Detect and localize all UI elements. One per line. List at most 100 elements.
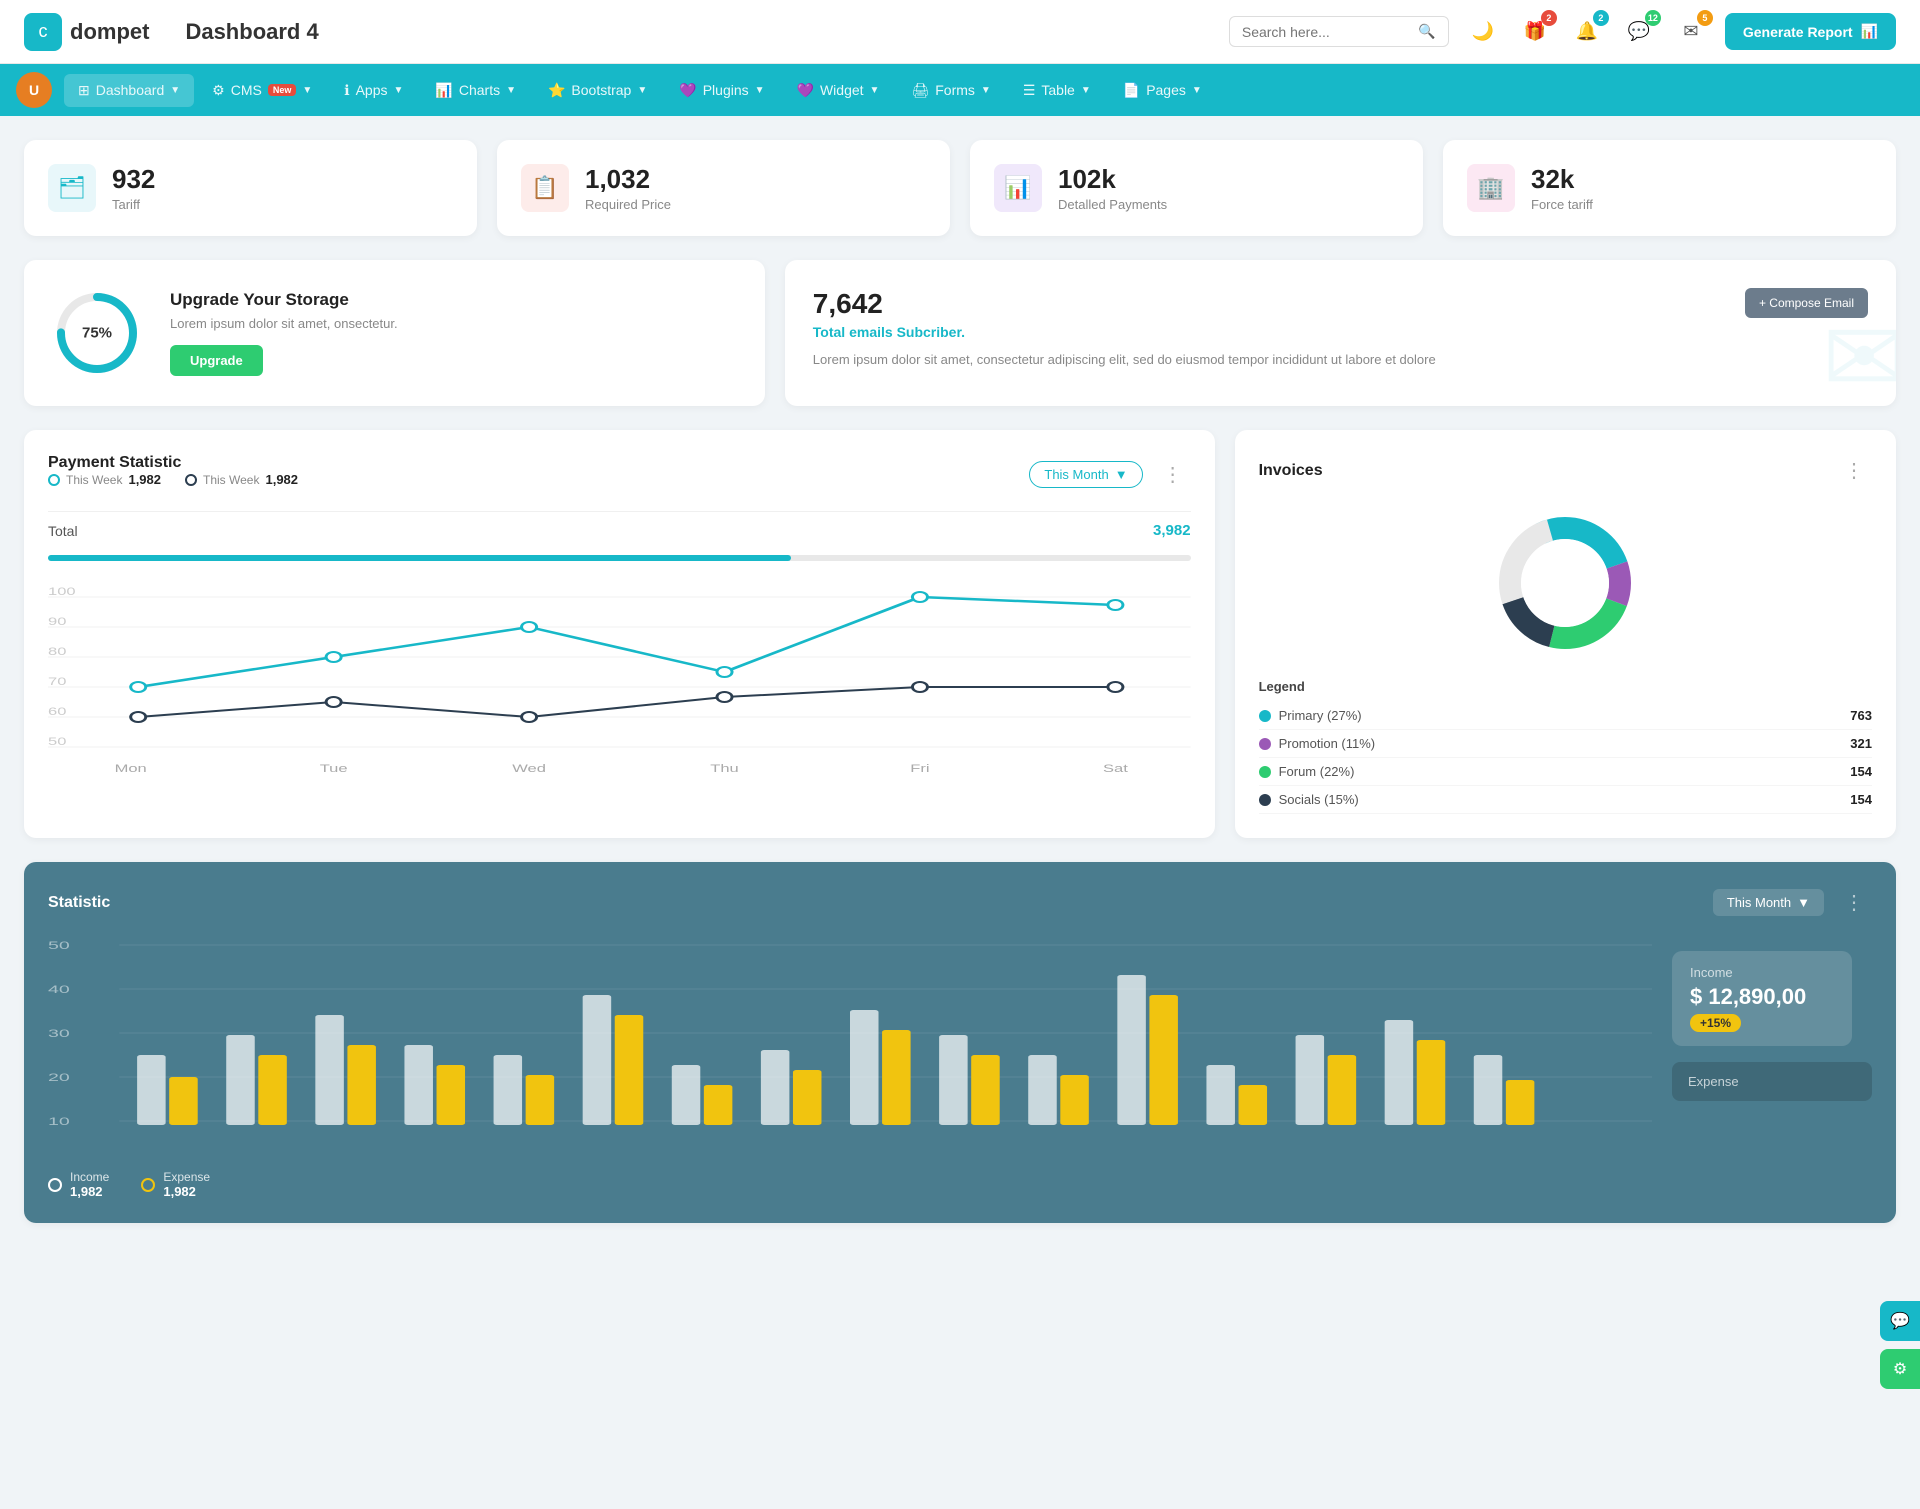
sidebar-item-forms[interactable]: 🖨 Forms ▼ xyxy=(897,74,1004,107)
avatar: U xyxy=(16,72,52,108)
upgrade-button[interactable]: Upgrade xyxy=(170,345,263,376)
primary-value: 763 xyxy=(1850,708,1872,723)
payment-progress-fill xyxy=(48,555,791,561)
force-tariff-icon: 🏢 xyxy=(1467,164,1515,212)
legend-val-2: 1,982 xyxy=(265,472,298,487)
search-box[interactable]: 🔍 xyxy=(1229,16,1449,47)
svg-text:90: 90 xyxy=(48,615,67,628)
generate-report-button[interactable]: Generate Report 📊 xyxy=(1725,13,1896,50)
tariff-icon: 🗂 xyxy=(48,164,96,212)
payment-title: Payment Statistic xyxy=(48,454,298,472)
charts-caret: ▼ xyxy=(506,85,516,96)
storage-description: Lorem ipsum dolor sit amet, onsectetur. xyxy=(170,316,398,331)
main-content: 🗂 932 Tariff 📋 1,032 Required Price 📊 10… xyxy=(0,116,1920,1247)
legend-label-1: This Week xyxy=(66,473,122,487)
chat-badge: 12 xyxy=(1645,10,1661,26)
force-tariff-label: Force tariff xyxy=(1531,197,1593,212)
socials-label: Socials (15%) xyxy=(1279,792,1359,807)
statistic-bar-chart-wrap: 50 40 30 20 10 xyxy=(48,935,1652,1199)
search-icon: 🔍 xyxy=(1418,23,1435,40)
settings-fab-btn[interactable]: ⚙ xyxy=(1880,1349,1920,1389)
this-month-label: This Month xyxy=(1044,467,1108,482)
income-legend-label: Income xyxy=(70,1170,109,1184)
gift-icon-btn[interactable]: 🎁 2 xyxy=(1517,14,1553,50)
message-icon-btn[interactable]: ✉ 5 xyxy=(1673,14,1709,50)
cms-caret: ▼ xyxy=(302,85,312,96)
statistic-legend-row: Income 1,982 Expense 1,982 xyxy=(48,1170,1652,1199)
navbar: U ⊞ Dashboard ▼ ⚙ CMS New ▼ ℹ Apps ▼ 📊 C… xyxy=(0,64,1920,116)
this-month-filter-btn[interactable]: This Month ▼ xyxy=(1029,461,1142,488)
statistic-dropdown-icon: ▼ xyxy=(1797,895,1810,910)
promotion-label: Promotion (11%) xyxy=(1279,736,1376,751)
total-val: 3,982 xyxy=(1153,522,1191,539)
chat-icon-btn[interactable]: 💬 12 xyxy=(1621,14,1657,50)
svg-text:20: 20 xyxy=(48,1072,70,1084)
table-caret: ▼ xyxy=(1081,85,1091,96)
income-tooltip-badge: +15% xyxy=(1690,1014,1741,1032)
forum-color-dot xyxy=(1259,766,1271,778)
email-label: Total emails Subcriber. xyxy=(813,324,965,340)
svg-text:30: 30 xyxy=(48,1028,70,1040)
header-icons: 🌙 🎁 2 🔔 2 💬 12 ✉ 5 Generate Report 📊 xyxy=(1465,13,1896,50)
payment-header-right: This Month ▼ ⋮ xyxy=(1029,458,1190,491)
sidebar-item-cms[interactable]: ⚙ CMS New ▼ xyxy=(198,74,326,107)
stat-card-required-price-info: 1,032 Required Price xyxy=(585,164,671,212)
search-input[interactable] xyxy=(1242,24,1411,40)
apps-caret: ▼ xyxy=(394,85,404,96)
legend-dot-2 xyxy=(185,474,197,486)
income-tooltip: Income $ 12,890,00 +15% xyxy=(1672,951,1852,1046)
bootstrap-icon: ⭐ xyxy=(548,82,565,99)
required-price-value: 1,032 xyxy=(585,164,671,195)
sidebar-item-dashboard[interactable]: ⊞ Dashboard ▼ xyxy=(64,74,194,107)
payment-more-options-btn[interactable]: ⋮ xyxy=(1155,458,1191,491)
plugins-caret: ▼ xyxy=(755,85,765,96)
email-count: 7,642 xyxy=(813,288,965,320)
sidebar-item-apps[interactable]: ℹ Apps ▼ xyxy=(330,74,417,107)
payment-total-row: Total 3,982 xyxy=(48,511,1191,549)
storage-card: 75% Upgrade Your Storage Lorem ipsum dol… xyxy=(24,260,765,406)
storage-info: Upgrade Your Storage Lorem ipsum dolor s… xyxy=(170,290,398,376)
expense-legend-dot xyxy=(141,1178,155,1192)
total-label: Total xyxy=(48,523,78,539)
bell-icon-btn[interactable]: 🔔 2 xyxy=(1569,14,1605,50)
income-legend-item: Income 1,982 xyxy=(48,1170,109,1199)
theme-toggle-btn[interactable]: 🌙 xyxy=(1465,14,1501,50)
sidebar-item-plugins[interactable]: 💜 Plugins ▼ xyxy=(665,74,778,107)
svg-text:Sat: Sat xyxy=(1103,762,1128,775)
statistic-chart-title: Statistic xyxy=(48,894,110,912)
forms-caret: ▼ xyxy=(981,85,991,96)
stat-card-required-price: 📋 1,032 Required Price xyxy=(497,140,950,236)
legend-item-primary: Primary (27%) 763 xyxy=(1259,702,1872,730)
promotion-value: 321 xyxy=(1850,736,1872,751)
socials-value: 154 xyxy=(1850,792,1872,807)
logo-icon: c xyxy=(24,13,62,51)
required-price-label: Required Price xyxy=(585,197,671,212)
expense-legend-val: 1,982 xyxy=(163,1184,210,1199)
sidebar-item-pages[interactable]: 📄 Pages ▼ xyxy=(1109,74,1216,107)
svg-text:70: 70 xyxy=(48,675,67,688)
payment-legend-row: This Week 1,982 This Week 1,982 xyxy=(48,472,298,487)
invoices-more-options-btn[interactable]: ⋮ xyxy=(1836,454,1872,487)
sidebar-item-charts[interactable]: 📊 Charts ▼ xyxy=(421,74,530,107)
statistic-more-options-btn[interactable]: ⋮ xyxy=(1836,886,1872,919)
charts-icon: 📊 xyxy=(435,82,452,99)
svg-text:Wed: Wed xyxy=(512,762,546,775)
email-card-top: 7,642 Total emails Subcriber. + Compose … xyxy=(813,288,1868,340)
legend-item-forum: Forum (22%) 154 xyxy=(1259,758,1872,786)
statistic-this-month-btn[interactable]: This Month ▼ xyxy=(1713,889,1824,916)
forum-value: 154 xyxy=(1850,764,1872,779)
legend-label-2: This Week xyxy=(203,473,259,487)
income-tooltip-label: Income xyxy=(1690,965,1834,980)
sidebar-item-widget[interactable]: 💜 Widget ▼ xyxy=(783,74,894,107)
socials-color-dot xyxy=(1259,794,1271,806)
support-btn[interactable]: 💬 xyxy=(1880,1301,1920,1341)
email-bg-icon: ✉ xyxy=(1822,299,1896,406)
stat-card-tariff-info: 932 Tariff xyxy=(112,164,155,212)
income-tooltip-panel: Income $ 12,890,00 +15% Expense xyxy=(1672,935,1872,1101)
email-description: Lorem ipsum dolor sit amet, consectetur … xyxy=(813,352,1552,367)
gift-badge: 2 xyxy=(1541,10,1557,26)
storage-progress-circle: 75% xyxy=(52,288,142,378)
svg-text:50: 50 xyxy=(48,735,67,748)
sidebar-item-table[interactable]: ☰ Table ▼ xyxy=(1009,74,1105,107)
sidebar-item-bootstrap[interactable]: ⭐ Bootstrap ▼ xyxy=(534,74,661,107)
